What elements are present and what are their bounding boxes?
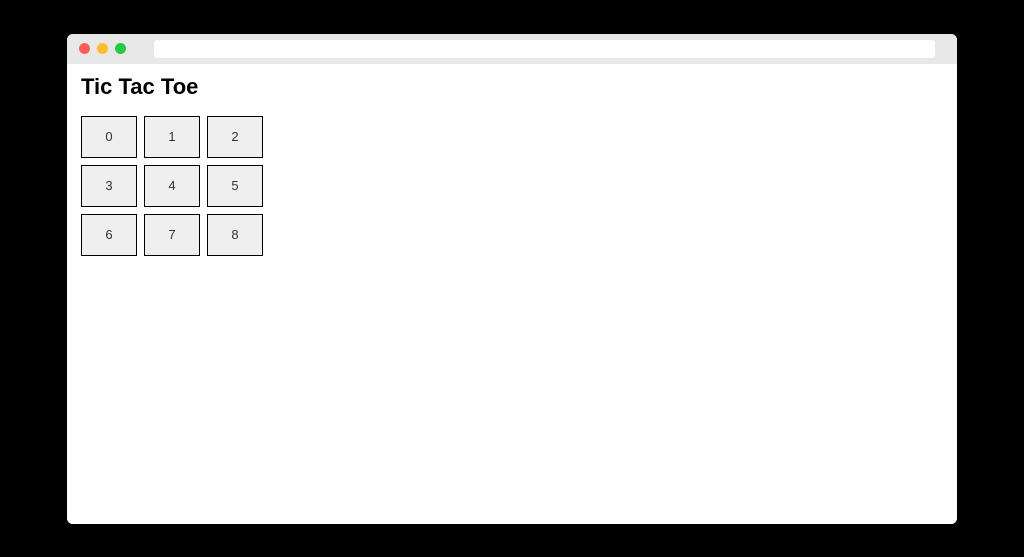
board-cell-2[interactable]: 2 bbox=[207, 116, 263, 158]
page-title: Tic Tac Toe bbox=[81, 74, 943, 100]
board-cell-4[interactable]: 4 bbox=[144, 165, 200, 207]
maximize-icon[interactable] bbox=[115, 43, 126, 54]
board-cell-8[interactable]: 8 bbox=[207, 214, 263, 256]
url-bar[interactable] bbox=[154, 40, 935, 58]
minimize-icon[interactable] bbox=[97, 43, 108, 54]
board-cell-6[interactable]: 6 bbox=[81, 214, 137, 256]
board-cell-3[interactable]: 3 bbox=[81, 165, 137, 207]
board-cell-1[interactable]: 1 bbox=[144, 116, 200, 158]
browser-chrome bbox=[67, 34, 957, 64]
board-cell-7[interactable]: 7 bbox=[144, 214, 200, 256]
traffic-lights bbox=[79, 43, 126, 54]
tic-tac-toe-board: 0 1 2 3 4 5 6 7 8 bbox=[81, 116, 943, 256]
board-cell-5[interactable]: 5 bbox=[207, 165, 263, 207]
browser-content: Tic Tac Toe 0 1 2 3 4 5 6 7 8 bbox=[67, 64, 957, 524]
board-cell-0[interactable]: 0 bbox=[81, 116, 137, 158]
browser-window: Tic Tac Toe 0 1 2 3 4 5 6 7 8 bbox=[67, 34, 957, 524]
close-icon[interactable] bbox=[79, 43, 90, 54]
